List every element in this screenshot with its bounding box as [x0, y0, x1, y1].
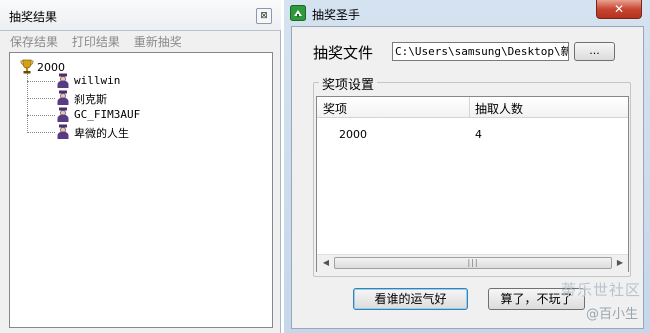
column-divider[interactable] [469, 97, 470, 117]
tree-branch [27, 81, 55, 82]
prize-list-header: 奖项 抽取人数 [317, 97, 628, 118]
result-window-titlebar: 抽奖结果 ⊠ [0, 0, 281, 31]
tree-item-label: 卑微的人生 [74, 127, 129, 140]
watermark-author: @百小生 [586, 307, 639, 322]
app-icon [290, 5, 306, 21]
browse-button[interactable]: ... [574, 42, 615, 61]
menu-save-result[interactable]: 保存结果 [10, 35, 58, 49]
prize-settings-title: 奖项设置 [319, 74, 378, 93]
person-icon [57, 107, 69, 122]
result-window-title: 抽奖结果 [9, 10, 58, 24]
file-label: 抽奖文件 [313, 44, 374, 62]
scroll-left-icon[interactable]: ◀ [320, 257, 332, 269]
watermark-site: 蒂乐世社区 [561, 281, 642, 299]
main-window-title: 抽奖圣手 [312, 8, 361, 22]
scroll-right-icon[interactable]: ▶ [614, 257, 626, 269]
person-icon [57, 124, 69, 139]
scroll-thumb[interactable]: ||| [334, 257, 612, 269]
column-header-count[interactable]: 抽取人数 [475, 100, 523, 117]
tree-item-label: GC_FIM3AUF [74, 108, 141, 121]
tree-branch [27, 132, 55, 133]
tree-branch [27, 98, 55, 99]
tree-branch [27, 115, 55, 116]
tree-item-label: willwin [74, 74, 121, 87]
result-tree[interactable]: 2000 willwin 刹克斯 GC_FIM3AUF 卑微的人生 [9, 52, 273, 328]
prize-list[interactable]: 奖项 抽取人数 2000 4 ◀ ||| ▶ [316, 96, 629, 272]
count-cell[interactable]: 4 [475, 128, 482, 141]
draw-button[interactable]: 看谁的运气好 [353, 288, 468, 310]
result-menu: 保存结果 打印结果 重新抽奖 [10, 33, 192, 49]
menu-print-result[interactable]: 打印结果 [72, 35, 120, 49]
trophy-icon [20, 59, 34, 74]
column-header-prize[interactable]: 奖项 [323, 100, 347, 117]
tree-item-label: 刹克斯 [74, 93, 107, 106]
file-path-input[interactable]: C:\Users\samsung\Desktop\新建 [392, 42, 569, 61]
prize-cell[interactable]: 2000 [339, 128, 367, 141]
result-window: 抽奖结果 ⊠ 保存结果 打印结果 重新抽奖 2000 willwin 刹克斯 G… [0, 0, 281, 333]
tree-connector [27, 73, 28, 133]
horizontal-scrollbar[interactable]: ◀ ||| ▶ [317, 254, 628, 272]
person-icon [57, 90, 69, 105]
main-window-close-button[interactable]: ✕ [596, 0, 642, 19]
person-icon [57, 73, 69, 88]
menu-redraw[interactable]: 重新抽奖 [134, 35, 182, 49]
result-window-close-button[interactable]: ⊠ [256, 8, 272, 24]
